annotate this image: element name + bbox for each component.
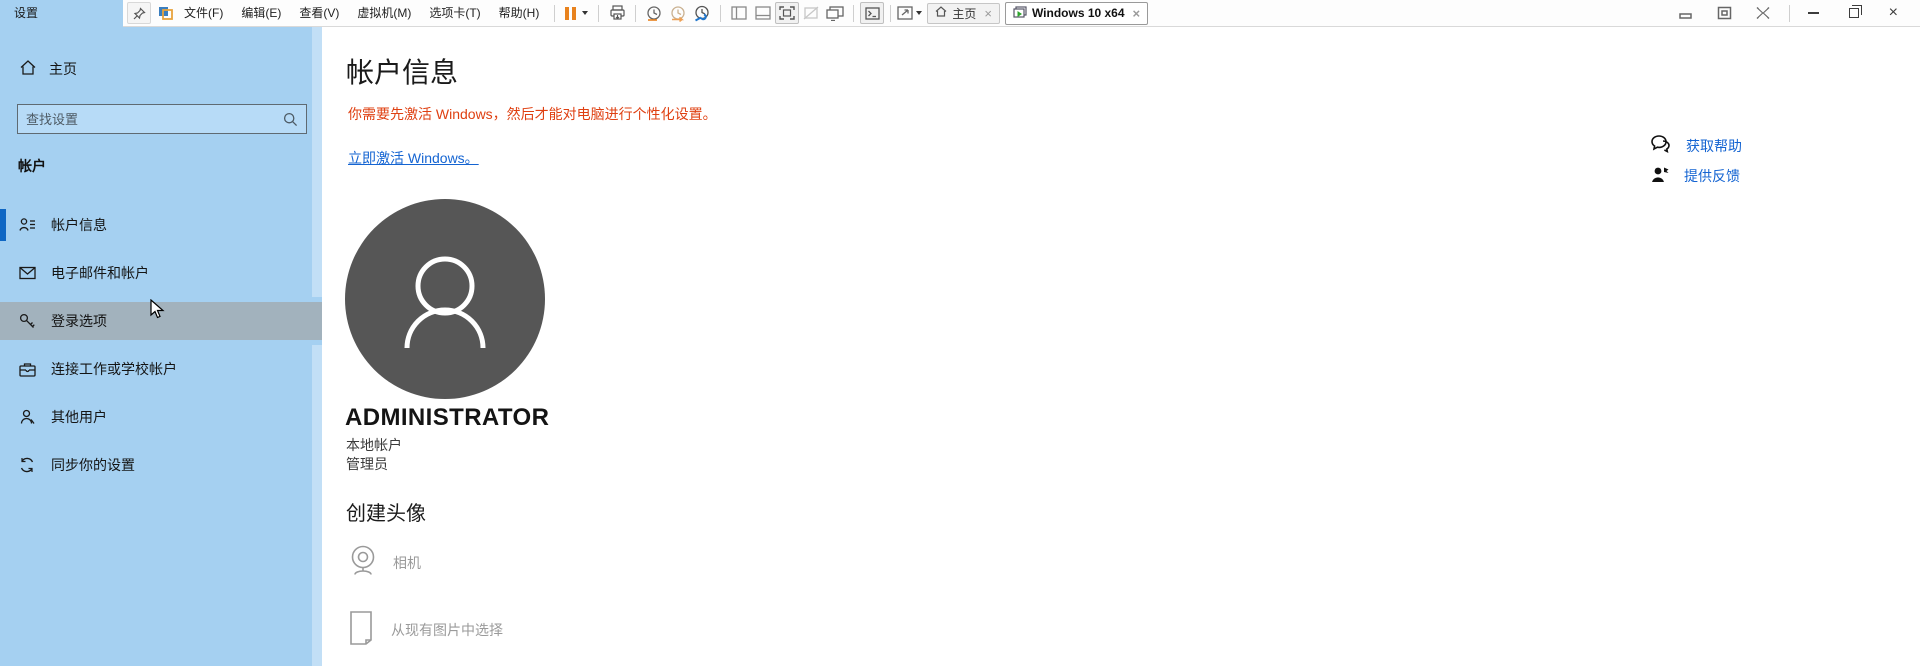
sidebar-item-label: 同步你的设置	[51, 455, 135, 475]
camera-option[interactable]: 相机	[349, 545, 421, 580]
menu-vm[interactable]: 虚拟机(M)	[348, 0, 420, 26]
print-icon[interactable]	[605, 2, 629, 24]
sidebar-section-header: 帐户	[18, 156, 46, 176]
pause-icon	[565, 7, 569, 20]
menu-tabs[interactable]: 选项卡(T)	[420, 0, 489, 26]
sidebar-item-other-users[interactable]: 其他用户	[0, 393, 322, 441]
sidebar-item-sync-settings[interactable]: 同步你的设置	[0, 441, 322, 489]
account-type: 本地帐户	[346, 435, 402, 455]
get-help-link[interactable]: 获取帮助	[1651, 135, 1742, 156]
pause-vm-button[interactable]	[561, 7, 592, 20]
sidebar-item-label: 电子邮件和帐户	[51, 263, 149, 283]
sidebar-nav: 帐户信息 电子邮件和帐户 登录选项 连接工作或学校帐户 其他用户	[0, 201, 322, 489]
snapshot-take-icon[interactable]	[642, 2, 666, 24]
user-name: ADMINISTRATOR	[345, 404, 549, 432]
search-icon[interactable]	[283, 112, 306, 127]
account-info-icon	[18, 217, 36, 233]
toolbar-separator	[598, 5, 599, 22]
minimize-button[interactable]	[1808, 12, 1819, 14]
tab-home[interactable]: 主页 ×	[927, 3, 1000, 24]
sidebar-item-label: 其他用户	[51, 407, 107, 427]
sidebar-home-label: 主页	[49, 59, 77, 79]
unity-mode-icon	[799, 2, 823, 24]
close-tab-icon[interactable]: ×	[1133, 6, 1141, 21]
get-help-label: 获取帮助	[1686, 136, 1742, 156]
chevron-down-icon[interactable]	[582, 11, 588, 15]
pin-toolbar-icon[interactable]	[127, 2, 151, 24]
sidebar-home[interactable]: 主页	[20, 59, 77, 79]
thumbnail-bar-icon[interactable]	[751, 2, 775, 24]
activate-windows-link[interactable]: 立即激活 Windows。	[348, 148, 479, 168]
restore-button[interactable]	[1713, 2, 1737, 24]
sync-icon	[18, 457, 36, 473]
minimize-button[interactable]	[1675, 2, 1699, 24]
webcam-icon	[349, 545, 377, 580]
home-icon	[935, 6, 947, 20]
toolbar-separator	[853, 5, 854, 22]
fullscreen-icon[interactable]	[775, 2, 799, 24]
top-bar: 设置 文件(F) 编辑(E) 查看(V) 虚拟机(M) 选项卡(T) 帮助(H)	[0, 0, 1920, 27]
page-title: 帐户信息	[346, 51, 458, 91]
menu-edit[interactable]: 编辑(E)	[232, 0, 290, 26]
vmware-logo-icon	[155, 2, 175, 24]
photo-file-icon	[349, 610, 373, 649]
toolbar-separator	[635, 5, 636, 22]
work-school-icon	[18, 362, 36, 377]
close-button[interactable]: ×	[1889, 6, 1898, 20]
toolbar-separator	[890, 5, 891, 22]
user-avatar	[345, 199, 545, 399]
multi-monitor-icon[interactable]	[823, 2, 847, 24]
pick-photo-option[interactable]: 从现有图片中选择	[349, 610, 503, 649]
library-panel-icon[interactable]	[727, 2, 751, 24]
toolbar-separator	[554, 5, 555, 22]
tab-label: 主页	[952, 5, 976, 22]
sidebar-item-label: 帐户信息	[51, 215, 107, 235]
sidebar-item-account-info[interactable]: 帐户信息	[0, 201, 322, 249]
restore-button[interactable]	[1849, 8, 1859, 18]
menu-help[interactable]: 帮助(H)	[490, 0, 549, 26]
feedback-person-icon	[1651, 165, 1670, 186]
tab-windows-10-x64[interactable]: Windows 10 x64 ×	[1005, 2, 1148, 25]
help-panel: 获取帮助 提供反馈	[1651, 135, 1742, 186]
account-role: 管理员	[346, 454, 388, 474]
mouse-cursor	[150, 299, 165, 325]
account-info-page: 帐户信息 你需要先激活 Windows，然后才能对电脑进行个性化设置。 立即激活…	[322, 27, 1920, 666]
vmware-toolbar: 文件(F) 编辑(E) 查看(V) 虚拟机(M) 选项卡(T) 帮助(H)	[123, 0, 1920, 27]
chat-help-icon	[1651, 135, 1672, 156]
sidebar-item-label: 登录选项	[51, 311, 107, 331]
toolbar-separator	[1789, 5, 1790, 22]
snapshot-revert-icon[interactable]	[666, 2, 690, 24]
create-avatar-heading: 创建头像	[346, 497, 426, 526]
console-icon[interactable]	[860, 2, 884, 24]
feedback-label: 提供反馈	[1684, 166, 1740, 186]
search-settings-box	[17, 104, 307, 134]
fit-guest-icon[interactable]	[897, 2, 922, 24]
feedback-link[interactable]: 提供反馈	[1651, 165, 1742, 186]
close-button[interactable]	[1751, 2, 1775, 24]
settings-window-caption: 设置	[0, 0, 123, 27]
pause-icon	[572, 7, 576, 20]
settings-sidebar: 主页 帐户 帐户信息 电子邮件和帐户 登录选项	[0, 27, 322, 666]
chevron-down-icon[interactable]	[916, 11, 922, 15]
close-tab-icon[interactable]: ×	[984, 6, 992, 21]
sidebar-item-label: 连接工作或学校帐户	[51, 359, 177, 379]
sidebar-item-email-accounts[interactable]: 电子邮件和帐户	[0, 249, 322, 297]
search-input[interactable]	[18, 112, 283, 127]
menu-file[interactable]: 文件(F)	[175, 0, 232, 26]
other-users-icon	[18, 409, 36, 425]
vmware-window-buttons	[1675, 2, 1775, 24]
camera-label: 相机	[393, 553, 421, 573]
tab-label: Windows 10 x64	[1032, 6, 1125, 20]
signin-key-icon	[18, 313, 36, 329]
home-icon	[20, 60, 36, 78]
activation-warning: 你需要先激活 Windows，然后才能对电脑进行个性化设置。	[348, 104, 717, 124]
pick-photo-label: 从现有图片中选择	[391, 620, 503, 640]
email-icon	[18, 266, 36, 280]
snapshot-manager-icon[interactable]	[690, 2, 714, 24]
guest-window-buttons: ×	[1808, 6, 1898, 20]
sidebar-item-work-school[interactable]: 连接工作或学校帐户	[0, 345, 322, 393]
toolbar-separator	[720, 5, 721, 22]
menu-view[interactable]: 查看(V)	[290, 0, 348, 26]
vm-screen-icon	[1013, 6, 1027, 21]
